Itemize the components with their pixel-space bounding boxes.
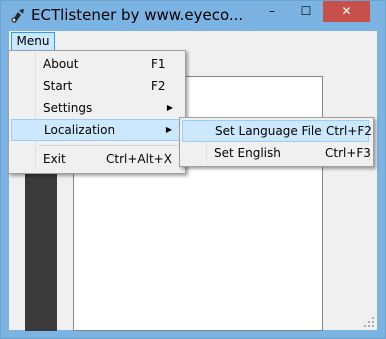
submenu-arrow-icon: ▶ [165, 125, 172, 134]
close-button[interactable]: ✕ [323, 1, 370, 22]
localization-submenu: Set Language File Ctrl+F2 Set English Ct… [179, 117, 374, 167]
minimize-button[interactable]: – [255, 1, 289, 22]
shortcut-label: F1 [151, 57, 166, 71]
menu-item-start[interactable]: Start F2 [11, 75, 181, 97]
menubar-item-menu[interactable]: Menu [11, 32, 55, 51]
submenu-item-set-english[interactable]: Set English Ctrl+F3 [182, 142, 371, 164]
maximize-icon: ☐ [300, 4, 312, 18]
menu-item-settings[interactable]: Settings ▶ [11, 97, 181, 119]
minimize-icon: – [269, 4, 275, 18]
maximize-button[interactable]: ☐ [289, 1, 323, 22]
menu-separator [39, 145, 179, 146]
shortcut-label: Ctrl+Alt+X [106, 152, 172, 166]
app-icon [11, 9, 24, 23]
menu-item-exit[interactable]: Exit Ctrl+Alt+X [11, 148, 181, 170]
menu-item-about[interactable]: About F1 [11, 53, 181, 75]
shortcut-label: Ctrl+F3 [325, 146, 371, 160]
submenu-arrow-icon: ▶ [166, 103, 173, 112]
close-icon: ✕ [341, 4, 352, 18]
menu-item-localization[interactable]: Localization ▶ [11, 119, 181, 141]
shortcut-label: F2 [151, 79, 166, 93]
resize-grip-icon[interactable] [363, 316, 375, 328]
menu-bar: Menu [9, 31, 377, 51]
window-title: ECTlistener by www.eyeco... [31, 6, 244, 24]
title-bar[interactable]: ECTlistener by www.eyeco... – ☐ ✕ [1, 1, 385, 30]
shortcut-label: Ctrl+F2 [326, 124, 372, 138]
submenu-item-set-language-file[interactable]: Set Language File Ctrl+F2 [182, 120, 372, 142]
main-dropdown-menu: About F1 Start F2 Settings ▶ Localizatio… [8, 50, 186, 174]
